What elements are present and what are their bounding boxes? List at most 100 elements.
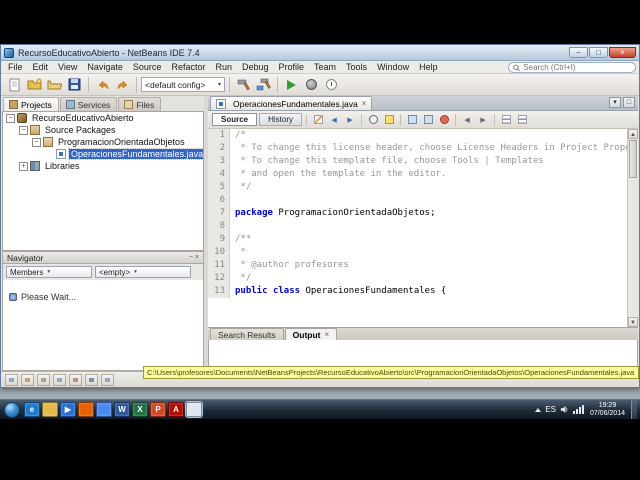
redo-button[interactable] bbox=[113, 75, 132, 94]
menu-item-run[interactable]: Run bbox=[210, 62, 237, 72]
scroll-down-icon[interactable]: ▼ bbox=[628, 317, 638, 327]
run-button[interactable] bbox=[282, 75, 301, 94]
taskbar-icon-windows-explorer[interactable] bbox=[42, 402, 58, 417]
taskbar-icon-internet-explorer[interactable]: e bbox=[24, 402, 40, 417]
tab-list-icon[interactable]: ▾ bbox=[609, 97, 621, 108]
taskbar-icon-netbeans[interactable] bbox=[185, 401, 203, 418]
taskbar-icon-powerpoint[interactable]: P bbox=[150, 402, 166, 417]
status-strip-icon[interactable] bbox=[85, 373, 98, 386]
menu-item-view[interactable]: View bbox=[53, 62, 82, 72]
scroll-up-icon[interactable]: ▲ bbox=[628, 129, 638, 139]
menu-item-team[interactable]: Team bbox=[309, 62, 341, 72]
tree-node[interactable]: − ProgramacionOrientadaObjetos bbox=[3, 136, 203, 148]
members-dropdown[interactable]: Members ▾ bbox=[6, 266, 92, 278]
save-all-button[interactable] bbox=[65, 75, 84, 94]
tree-expander-icon[interactable]: − bbox=[6, 113, 15, 123]
tree-node[interactable]: OperacionesFundamentales.java bbox=[3, 148, 203, 160]
debug-button[interactable] bbox=[302, 75, 321, 94]
network-icon[interactable] bbox=[572, 405, 584, 414]
tab-close-icon[interactable]: × bbox=[325, 330, 330, 339]
shift-right-button[interactable]: ▶ bbox=[476, 113, 490, 127]
panel-tab-services[interactable]: Services bbox=[59, 97, 118, 111]
editor-scrollbar[interactable]: ▲ ▼ bbox=[627, 129, 638, 327]
config-dropdown[interactable]: <default config> ▾ bbox=[141, 77, 225, 92]
new-file-button[interactable] bbox=[5, 75, 24, 94]
status-strip-icon[interactable] bbox=[101, 373, 114, 386]
status-strip-icon[interactable] bbox=[21, 373, 34, 386]
tree-expander-icon[interactable]: − bbox=[32, 137, 41, 147]
tree-node[interactable]: − Source Packages bbox=[3, 124, 203, 136]
status-strip-icon[interactable] bbox=[69, 373, 82, 386]
menu-item-tools[interactable]: Tools bbox=[341, 62, 372, 72]
tree-node[interactable]: + Libraries bbox=[3, 160, 203, 172]
menu-item-source[interactable]: Source bbox=[128, 62, 167, 72]
panel-tab-projects[interactable]: Projects bbox=[3, 97, 59, 111]
panel-tab-files[interactable]: Files bbox=[118, 97, 162, 111]
menu-item-debug[interactable]: Debug bbox=[237, 62, 274, 72]
scrollbar-thumb[interactable] bbox=[629, 140, 637, 178]
new-project-button[interactable] bbox=[25, 75, 44, 94]
status-strip-icon[interactable] bbox=[53, 373, 66, 386]
taskbar-icon-firefox[interactable] bbox=[78, 402, 94, 417]
menu-item-profile[interactable]: Profile bbox=[274, 62, 310, 72]
titlebar[interactable]: RecursoEducativoAbierto - NetBeans IDE 7… bbox=[1, 45, 639, 61]
tab-close-icon[interactable]: × bbox=[362, 99, 367, 108]
tab-output[interactable]: Output × bbox=[284, 328, 338, 340]
tree-expander-icon[interactable]: + bbox=[19, 161, 28, 171]
start-button[interactable] bbox=[4, 401, 20, 418]
taskbar-icon-media-player[interactable]: ▶ bbox=[60, 402, 76, 417]
show-desktop-button[interactable] bbox=[631, 399, 637, 420]
history-view-button[interactable]: History bbox=[259, 113, 303, 126]
quick-search[interactable] bbox=[508, 62, 636, 73]
build-button[interactable] bbox=[234, 75, 253, 94]
maximize-button[interactable]: □ bbox=[589, 47, 608, 58]
tab-search-results[interactable]: Search Results bbox=[210, 328, 284, 340]
close-panel-icon[interactable]: × bbox=[195, 254, 199, 261]
back-button[interactable]: ◀ bbox=[327, 113, 341, 127]
minimize-panel-icon[interactable]: − bbox=[189, 254, 193, 261]
taskbar-clock[interactable]: 19:29 07/06/2014 bbox=[590, 402, 625, 418]
uncomment-button[interactable] bbox=[515, 113, 529, 127]
undo-button[interactable] bbox=[93, 75, 112, 94]
tray-expand-icon[interactable] bbox=[535, 407, 542, 412]
menu-item-edit[interactable]: Edit bbox=[28, 62, 54, 72]
next-bookmark-button[interactable] bbox=[421, 113, 435, 127]
menu-item-refactor[interactable]: Refactor bbox=[166, 62, 210, 72]
open-project-button[interactable] bbox=[45, 75, 64, 94]
volume-icon[interactable] bbox=[560, 405, 569, 414]
status-strip-icon[interactable] bbox=[5, 373, 18, 386]
menu-item-help[interactable]: Help bbox=[414, 62, 443, 72]
source-view-button[interactable]: Source bbox=[212, 113, 258, 126]
taskbar-icon-acrobat[interactable]: A bbox=[168, 402, 184, 417]
code-line: 10 * bbox=[208, 246, 638, 259]
language-indicator[interactable]: ES bbox=[545, 405, 556, 414]
menu-item-navigate[interactable]: Navigate bbox=[82, 62, 128, 72]
status-strip-icon[interactable] bbox=[37, 373, 50, 386]
next-error-button[interactable] bbox=[437, 113, 451, 127]
menu-item-file[interactable]: File bbox=[3, 62, 28, 72]
previous-bookmark-button[interactable] bbox=[405, 113, 419, 127]
taskbar-icon-chrome[interactable] bbox=[96, 402, 112, 417]
code-editor[interactable]: 1 /* 2 * To change this license header, ch… bbox=[208, 129, 638, 327]
navigator-header[interactable]: Navigator − × bbox=[2, 251, 204, 264]
profile-button[interactable] bbox=[322, 75, 341, 94]
tree-node[interactable]: − RecursoEducativoAbierto bbox=[3, 112, 203, 124]
minimize-button[interactable]: − bbox=[569, 47, 588, 58]
taskbar-icon-excel[interactable]: X bbox=[132, 402, 148, 417]
highlight-button[interactable] bbox=[382, 113, 396, 127]
netbeans-app-icon bbox=[4, 47, 14, 58]
shift-left-button[interactable]: ◀ bbox=[460, 113, 474, 127]
editor-tab-operacionesfundamentales[interactable]: OperacionesFundamentales.java × bbox=[210, 96, 373, 110]
last-edit-button[interactable] bbox=[311, 113, 325, 127]
taskbar-icon-word[interactable]: W bbox=[114, 402, 130, 417]
filter-dropdown[interactable]: <empty> ▾ bbox=[95, 266, 191, 278]
search-input[interactable] bbox=[523, 63, 631, 72]
comment-button[interactable] bbox=[499, 113, 513, 127]
tree-expander-icon[interactable]: − bbox=[19, 125, 28, 135]
menu-item-window[interactable]: Window bbox=[372, 62, 414, 72]
forward-button[interactable]: ▶ bbox=[343, 113, 357, 127]
clean-build-button[interactable] bbox=[254, 75, 273, 94]
find-selection-button[interactable] bbox=[366, 113, 380, 127]
maximize-editor-icon[interactable]: □ bbox=[623, 97, 635, 108]
close-button[interactable]: × bbox=[609, 47, 636, 58]
